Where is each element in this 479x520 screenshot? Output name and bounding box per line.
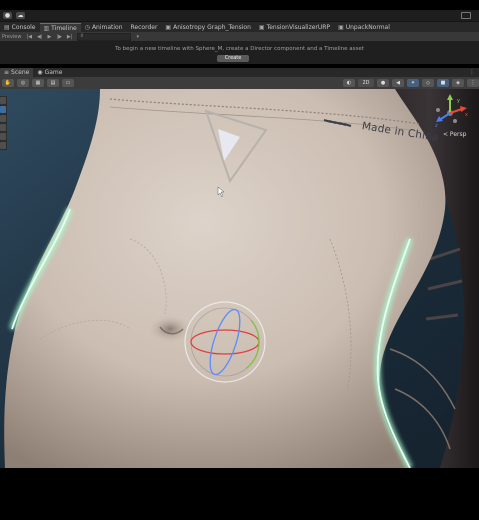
audio-icon[interactable]: ◀ — [392, 79, 404, 87]
timeline-controls: Preview |◀ ◀| ▶ |▶ ▶| 0 ▾ — [0, 32, 479, 41]
scene-render: y x z — [0, 89, 479, 468]
lighting-icon[interactable]: ● — [377, 79, 389, 87]
rect-tool-icon[interactable] — [0, 133, 6, 140]
view-tool-icon[interactable] — [0, 97, 6, 104]
scene-toolbar: ✋ ◎ ▦ ▤ ▭ ◐ 2D ● ◀ ✦ ◇ ■ ◈ ⋮ — [0, 77, 479, 89]
create-timeline-button[interactable]: Create — [217, 55, 249, 62]
layout-icon[interactable] — [461, 12, 471, 19]
move-tool-icon[interactable] — [0, 106, 6, 113]
rotate-tool-icon[interactable] — [0, 115, 6, 122]
account-icon[interactable]: ● — [3, 12, 12, 19]
toggle-2d-button[interactable]: 2D — [358, 79, 374, 87]
scale-tool-icon[interactable] — [0, 124, 6, 131]
next-frame-icon[interactable]: |▶ — [56, 34, 62, 40]
scene-view[interactable]: y x z — [0, 89, 479, 468]
more-options-icon[interactable]: ⋮ — [469, 68, 475, 77]
effects-icon[interactable]: ✦ — [407, 79, 419, 87]
play-icon[interactable]: ▶ — [48, 34, 52, 40]
tab-game[interactable]: ◉ Game — [33, 68, 66, 77]
tab-scene[interactable]: ≡ Scene — [0, 68, 34, 77]
previous-frame-icon[interactable]: ◀| — [37, 34, 43, 40]
view-tab-bar: ≡ Scene ◉ Game ⋮ — [0, 68, 479, 77]
gizmo-y-label: y — [457, 98, 460, 104]
goto-start-icon[interactable]: |◀ — [26, 34, 32, 40]
transform-tool-icon[interactable] — [0, 142, 6, 149]
hidden-objects-icon[interactable]: ◇ — [422, 79, 434, 87]
cloud-icon[interactable]: ☁ — [16, 12, 25, 19]
game-icon: ◉ — [37, 69, 43, 76]
timeline-empty-message: To begin a new timeline with Sphere_M, c… — [115, 46, 364, 52]
timeline-panel: To begin a new timeline with Sphere_M, c… — [0, 41, 479, 64]
layout-dropdown-icon[interactable]: ▭ — [62, 79, 74, 87]
tab-scene-label: Scene — [11, 69, 30, 76]
projection-toggle[interactable]: < Persp — [443, 131, 466, 138]
camera-settings-icon[interactable]: ■ — [437, 79, 449, 87]
gizmo-x-label: x — [465, 112, 468, 118]
dropdown-icon[interactable]: ▾ — [136, 34, 139, 40]
draw-mode-icon[interactable]: ◐ — [343, 79, 355, 87]
gizmos-icon[interactable]: ◈ — [452, 79, 464, 87]
global-toggle-icon[interactable]: ◎ — [17, 79, 29, 87]
tab-game-label: Game — [44, 69, 63, 76]
timeline-preview-label[interactable]: Preview — [2, 34, 21, 40]
letterbox-bottom — [0, 468, 479, 520]
hand-tool-icon[interactable]: ✋ — [2, 79, 14, 87]
snap-increment-icon[interactable]: ▤ — [47, 79, 59, 87]
scene-icon: ≡ — [4, 69, 10, 76]
grid-snap-icon[interactable]: ▦ — [32, 79, 44, 87]
scene-more-icon[interactable]: ⋮ — [467, 79, 479, 87]
unity-editor: ● ☁ ▤ Console ▥ Timeline ◷ Animation Recorder ▣… — [0, 0, 479, 520]
goto-end-icon[interactable]: ▶| — [67, 34, 73, 40]
editor-top-toolbar: ● ☁ — [0, 10, 479, 21]
frame-field[interactable]: 0 — [77, 32, 132, 41]
scene-tools-overlay — [0, 96, 7, 150]
gizmo-z-label: z — [435, 123, 438, 129]
